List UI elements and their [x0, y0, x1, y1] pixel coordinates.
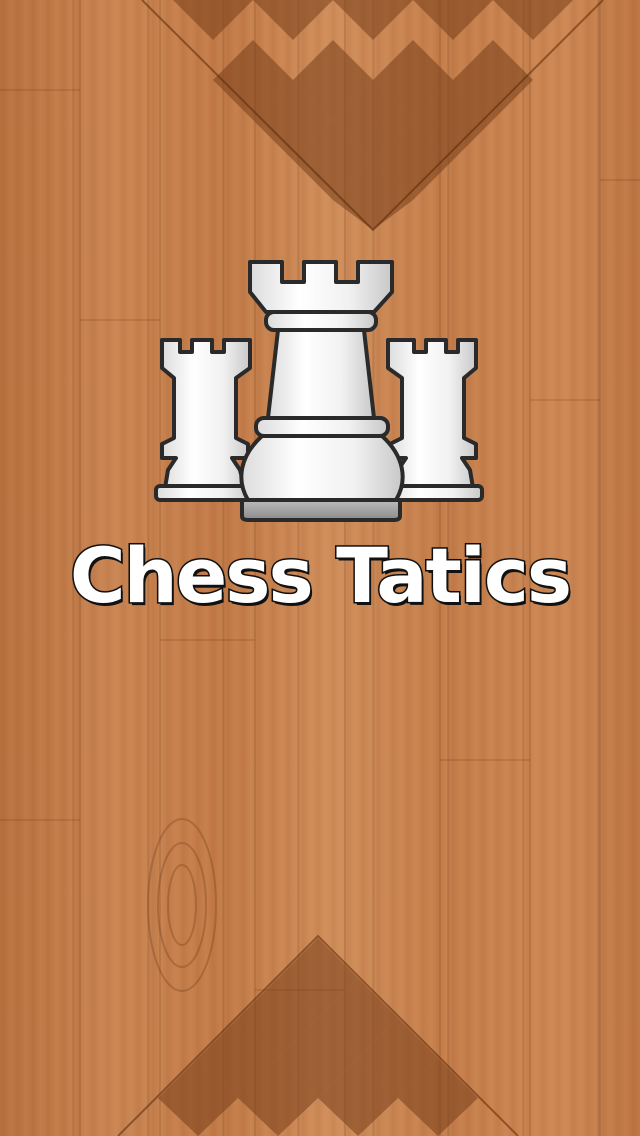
- rook-pieces-icon: [154, 260, 484, 522]
- chessboard-corner-icon: [141, 0, 604, 232]
- chessboard-corner-icon: [117, 934, 519, 1136]
- app-title: Chess Tatics: [68, 530, 573, 622]
- splash-screen: Chess Tatics: [0, 0, 640, 1136]
